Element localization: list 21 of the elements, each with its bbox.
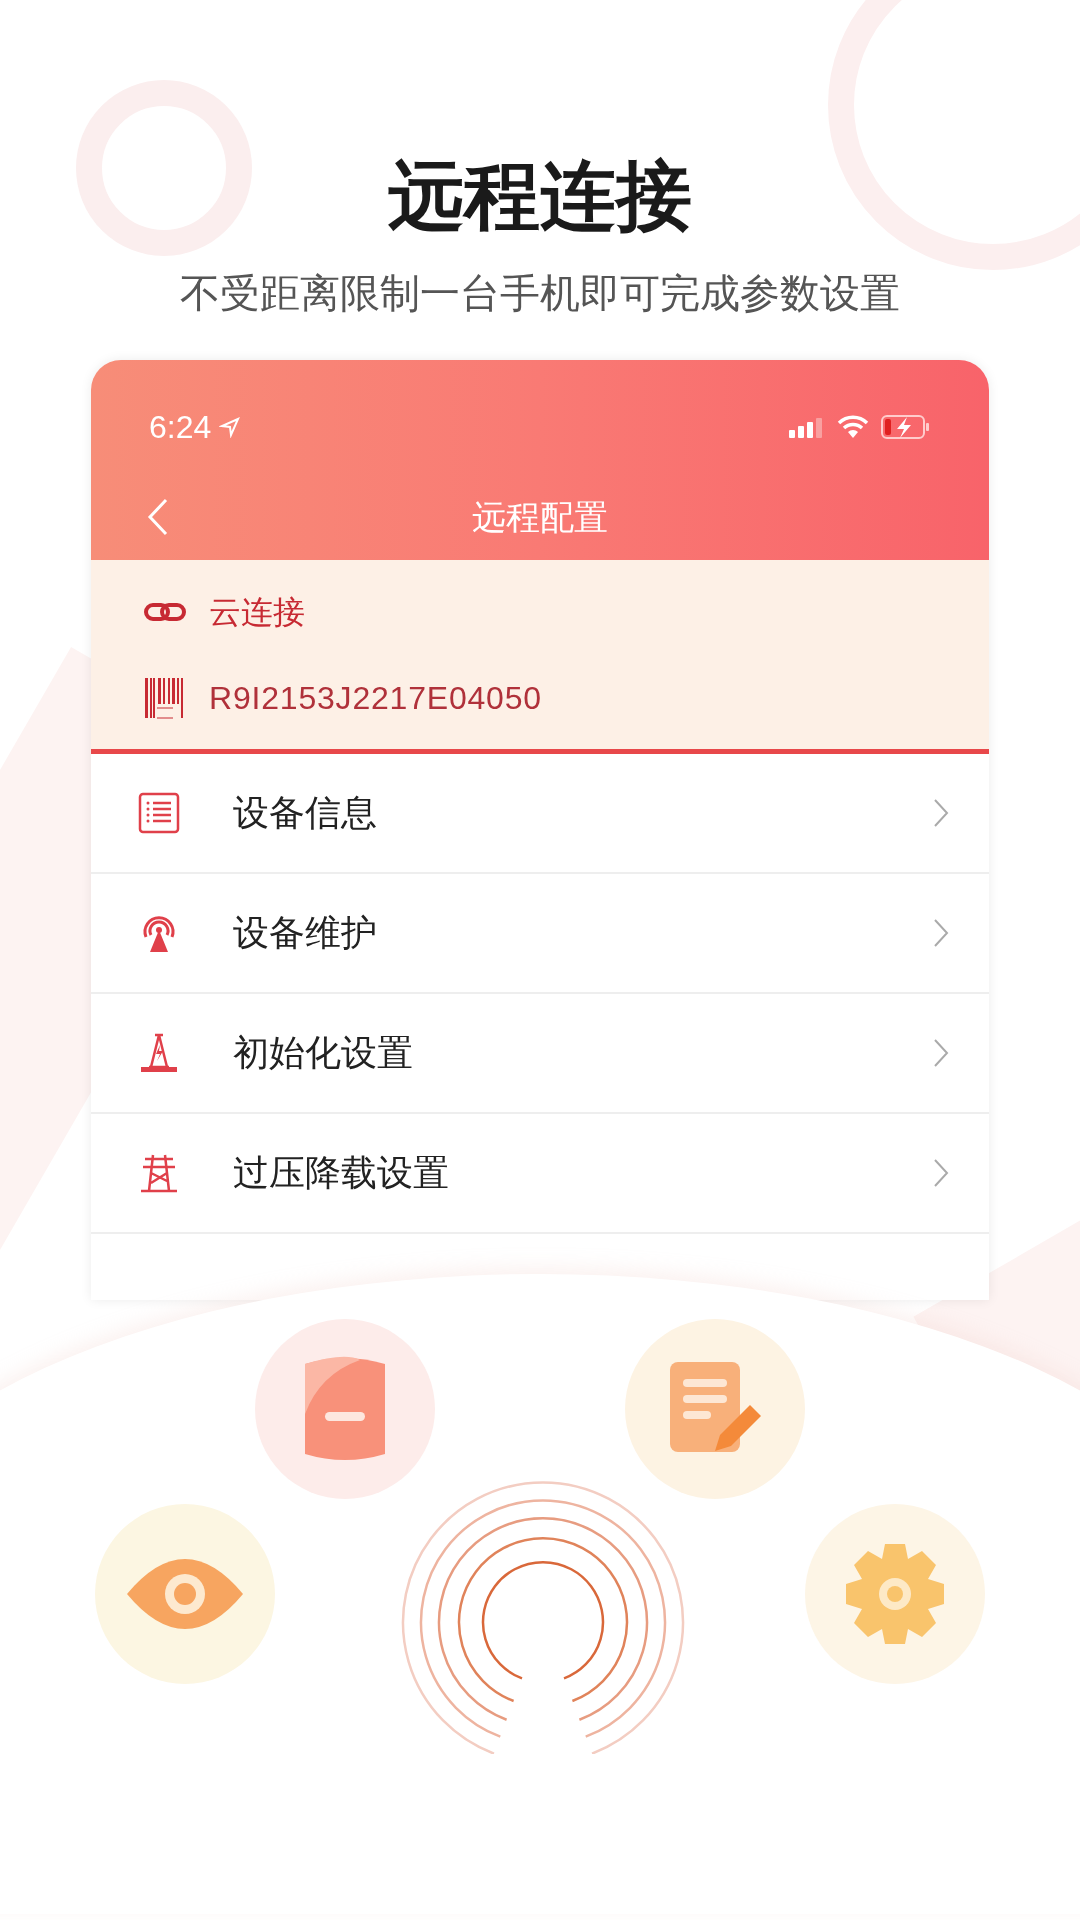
subtitle: 不受距离限制一台手机即可完成参数设置 xyxy=(180,270,900,317)
headline: 远程连接 xyxy=(388,152,692,240)
menu-item[interactable]: 设备信息 xyxy=(91,754,989,874)
battery-icon xyxy=(881,414,931,440)
chevron-icon xyxy=(933,1038,949,1068)
status-time: 6:24 xyxy=(149,408,212,447)
screen-title: 远程配置 xyxy=(472,496,608,538)
connection-label: 云连接 xyxy=(209,592,305,632)
serial-number: R9I2153J2217E04050 xyxy=(209,678,542,718)
wifi-icon xyxy=(837,415,869,439)
link-icon xyxy=(143,600,187,623)
menu-item[interactable]: 设备维护 xyxy=(91,874,989,994)
menu-item[interactable]: 初始化设置 xyxy=(91,994,989,1114)
signal-icon xyxy=(789,416,825,438)
menu-item[interactable]: 过压降载设置 xyxy=(91,1114,989,1234)
back-icon xyxy=(147,497,169,537)
chevron-icon xyxy=(933,1158,949,1188)
location-icon xyxy=(219,416,242,438)
list-icon xyxy=(137,791,181,835)
chevron-icon xyxy=(933,918,949,948)
chevron-icon xyxy=(933,798,949,828)
